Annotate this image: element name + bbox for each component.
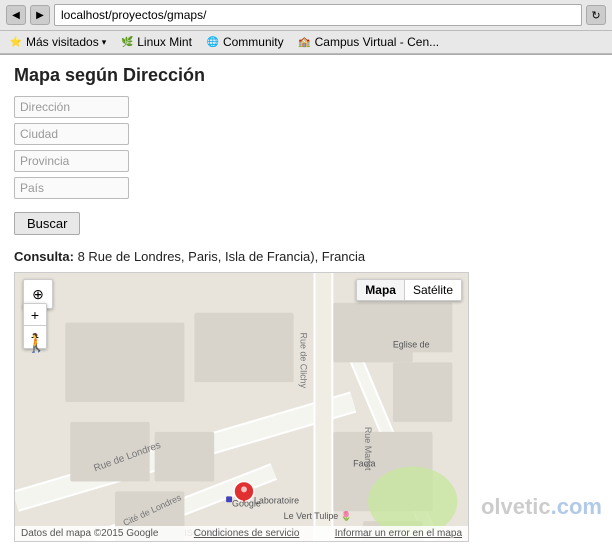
map-type-satelite[interactable]: Satélite [405,280,461,300]
watermark: olvetic.com [481,494,602,520]
provincia-input[interactable] [14,150,129,172]
svg-text:Rue de Clichy: Rue de Clichy [299,333,309,389]
address-bar[interactable] [54,4,582,26]
svg-text:Eglise de: Eglise de [393,339,430,349]
map-type-mapa[interactable]: Mapa [357,280,405,300]
page-content: Mapa según Dirección Buscar Consulta: 8 … [0,55,612,552]
svg-text:Le Vert Tulipe 🌷: Le Vert Tulipe 🌷 [284,510,352,521]
campus-icon: 🏫 [298,35,312,49]
map-footer: Datos del mapa ©2015 Google Condiciones … [15,526,468,541]
watermark-text-blue: .com [551,494,602,519]
bookmarks-bar: ⭐ Más visitados ▾ 🌿 Linux Mint 🌐 Communi… [0,31,612,54]
query-value: 8 Rue de Londres, Paris, Isla de Francia… [78,249,366,264]
browser-chrome: ◀ ▶ ↻ ⭐ Más visitados ▾ 🌿 Linux Mint 🌐 C… [0,0,612,55]
bookmark-mas-visitados[interactable]: ⭐ Más visitados ▾ [6,34,109,50]
bookmark-linux-mint-label: Linux Mint [137,35,192,49]
query-line: Consulta: 8 Rue de Londres, Paris, Isla … [14,249,598,264]
watermark-text: olvetic [481,494,551,519]
provincia-field-group [14,150,598,172]
map-type-buttons: Mapa Satélite [356,279,462,301]
compass-icon: ⊕ [32,286,44,303]
svg-text:Laboratoire: Laboratoire [254,495,299,505]
svg-text:Rue Marlet: Rue Marlet [363,427,373,471]
star-icon: ⭐ [9,35,23,49]
page-title: Mapa según Dirección [14,65,598,86]
bookmark-linux-mint[interactable]: 🌿 Linux Mint [117,34,195,50]
dropdown-arrow-icon: ▾ [102,37,107,48]
direccion-input[interactable] [14,96,129,118]
ciudad-input[interactable] [14,123,129,145]
query-label: Consulta: [14,249,74,264]
forward-button[interactable]: ▶ [30,5,50,25]
bookmark-campus-virtual-label: Campus Virtual - Cen... [315,35,440,49]
pais-field-group [14,177,598,199]
community-icon: 🌐 [206,35,220,49]
zoom-in-button[interactable]: + [24,304,46,326]
bookmark-community[interactable]: 🌐 Community [203,34,287,50]
map-svg: Google Facta Le Vert Tulipe 🌷 Eglise de … [15,273,468,541]
bookmark-community-label: Community [223,35,284,49]
bookmark-campus-virtual[interactable]: 🏫 Campus Virtual - Cen... [295,34,443,50]
map-container[interactable]: Google Facta Le Vert Tulipe 🌷 Eglise de … [14,272,469,542]
back-button[interactable]: ◀ [6,5,26,25]
pegman-button[interactable]: 🚶 [25,333,47,354]
linux-mint-icon: 🌿 [120,35,134,49]
bookmark-mas-visitados-label: Más visitados [26,35,99,49]
search-button[interactable]: Buscar [14,212,80,235]
nav-bar: ◀ ▶ ↻ [0,0,612,31]
pais-input[interactable] [14,177,129,199]
refresh-button[interactable]: ↻ [586,5,606,25]
direccion-field-group [14,96,598,118]
pegman-icon: 🚶 [25,333,47,353]
ciudad-field-group [14,123,598,145]
